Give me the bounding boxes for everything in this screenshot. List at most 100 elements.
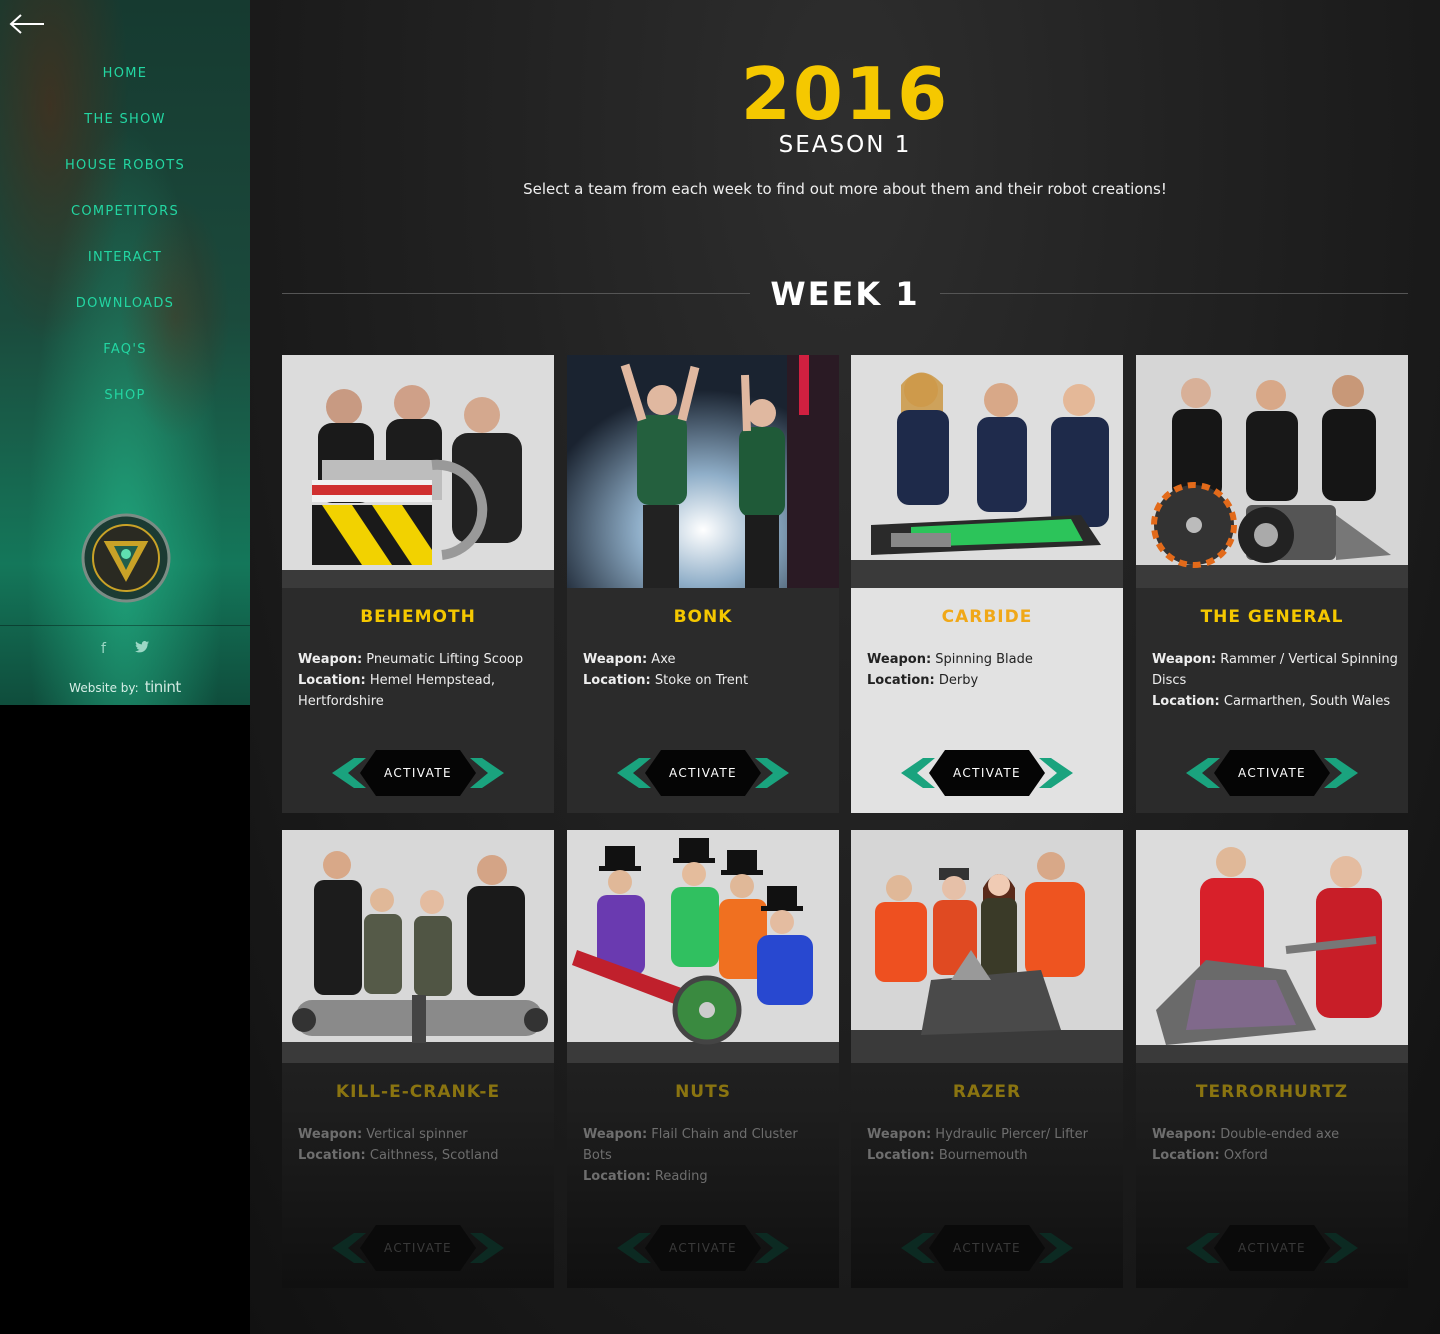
team-card-carbide[interactable]: CARBIDE Weapon: Spinning Blade Location:… — [851, 355, 1123, 813]
activate-label: ACTIVATE — [383, 766, 453, 780]
team-card-bonk[interactable]: BONK Weapon: Axe Location: Stoke on Tren… — [567, 355, 839, 813]
location-label: Location: — [867, 673, 935, 688]
week-title: WEEK 1 — [770, 275, 920, 313]
nav-item-downloads[interactable]: DOWNLOADS — [76, 293, 174, 311]
team-card-nuts[interactable]: NUTS Weapon: Flail Chain and Cluster Bot… — [567, 830, 839, 1288]
activate-button[interactable]: ACTIVATE — [617, 748, 789, 798]
season-year: 2016 — [740, 52, 950, 136]
activate-label: ACTIVATE — [952, 766, 1022, 780]
season-title: SEASON 1 — [778, 132, 912, 158]
team-photo — [1136, 355, 1408, 588]
location-label: Location: — [583, 673, 651, 688]
activate-button[interactable]: ACTIVATE — [617, 1223, 789, 1273]
weapon-label: Weapon: — [1152, 652, 1217, 667]
location-label: Location: — [867, 1148, 935, 1163]
team-location: Stoke on Trent — [654, 673, 749, 688]
weapon-label: Weapon: — [867, 652, 932, 667]
team-photo — [282, 355, 554, 588]
team-name: BEHEMOTH — [360, 607, 476, 627]
location-label: Location: — [583, 1169, 651, 1184]
team-info: Weapon: Vertical spinner Location: Caith… — [298, 1124, 544, 1166]
team-card-the-general[interactable]: THE GENERAL Weapon: Rammer / Vertical Sp… — [1136, 355, 1408, 813]
team-weapon: Double-ended axe — [1220, 1127, 1340, 1142]
activate-button[interactable]: ACTIVATE — [901, 748, 1073, 798]
main-nav: HOME THE SHOW HOUSE ROBOTS COMPETITORS I… — [0, 62, 250, 430]
credit-label: Website by: — [69, 681, 139, 695]
team-name: NUTS — [675, 1082, 731, 1102]
activate-button[interactable]: ACTIVATE — [901, 1223, 1073, 1273]
team-name: BONK — [673, 607, 733, 627]
team-weapon: Hydraulic Piercer/ Lifter — [935, 1127, 1088, 1142]
team-card-terrorhurtz[interactable]: TERRORHURTZ Weapon: Double-ended axe Loc… — [1136, 830, 1408, 1288]
team-location: Oxford — [1223, 1148, 1268, 1163]
sidebar: HOME THE SHOW HOUSE ROBOTS COMPETITORS I… — [0, 0, 250, 705]
team-weapon: Spinning Blade — [935, 652, 1033, 667]
team-name: RAZER — [952, 1082, 1022, 1102]
weapon-label: Weapon: — [298, 652, 363, 667]
weapon-label: Weapon: — [867, 1127, 932, 1142]
sidebar-divider — [0, 625, 250, 626]
credit-brand-link[interactable]: tinint — [145, 678, 182, 696]
team-weapon: Axe — [651, 652, 676, 667]
team-photo — [851, 830, 1123, 1063]
nav-item-interact[interactable]: INTERACT — [88, 247, 162, 265]
nav-item-house-robots[interactable]: HOUSE ROBOTS — [65, 155, 185, 173]
weapon-label: Weapon: — [583, 1127, 648, 1142]
activate-label: ACTIVATE — [1237, 766, 1307, 780]
activate-label: ACTIVATE — [668, 766, 738, 780]
activate-button[interactable]: ACTIVATE — [1186, 1223, 1358, 1273]
team-name: KILL-E-CRANK-E — [335, 1082, 501, 1102]
team-photo — [567, 355, 839, 588]
activate-label: ACTIVATE — [952, 1241, 1022, 1255]
team-info: Weapon: Double-ended axe Location: Oxfor… — [1152, 1124, 1398, 1166]
team-location: Carmarthen, South Wales — [1223, 694, 1391, 709]
nav-item-the-show[interactable]: THE SHOW — [84, 109, 166, 127]
location-label: Location: — [1152, 694, 1220, 709]
nav-item-home[interactable]: HOME — [103, 63, 148, 81]
team-name: TERRORHURTZ — [1195, 1082, 1349, 1102]
team-photo — [851, 355, 1123, 588]
team-location: Reading — [654, 1169, 708, 1184]
team-photo — [567, 830, 839, 1063]
activate-button[interactable]: ACTIVATE — [332, 748, 504, 798]
team-card-kill-e-crank-e[interactable]: KILL-E-CRANK-E Weapon: Vertical spinner … — [282, 830, 554, 1288]
team-card-behemoth[interactable]: BEHEMOTH Weapon: Pneumatic Lifting Scoop… — [282, 355, 554, 813]
team-location: Derby — [938, 673, 979, 688]
weapon-label: Weapon: — [1152, 1127, 1217, 1142]
team-card-razer[interactable]: RAZER Weapon: Hydraulic Piercer/ Lifter … — [851, 830, 1123, 1288]
location-label: Location: — [1152, 1148, 1220, 1163]
facebook-icon[interactable]: f — [101, 641, 106, 657]
social-links: f — [0, 638, 250, 657]
team-info: Weapon: Pneumatic Lifting Scoop Location… — [298, 649, 544, 712]
team-info: Weapon: Spinning Blade Location: Derby — [867, 649, 1113, 691]
activate-button[interactable]: ACTIVATE — [1186, 748, 1358, 798]
team-name: CARBIDE — [941, 607, 1033, 627]
activate-button[interactable]: ACTIVATE — [332, 1223, 504, 1273]
team-location: Bournemouth — [938, 1148, 1028, 1163]
nav-item-faqs[interactable]: FAQ'S — [103, 339, 147, 357]
weapon-label: Weapon: — [298, 1127, 363, 1142]
activate-label: ACTIVATE — [383, 1241, 453, 1255]
team-name: THE GENERAL — [1200, 607, 1344, 627]
weapon-label: Weapon: — [583, 652, 648, 667]
team-location: Caithness, Scotland — [369, 1148, 499, 1163]
site-credit: Website by: tinint — [0, 678, 250, 696]
nav-item-competitors[interactable]: COMPETITORS — [71, 201, 179, 219]
activate-label: ACTIVATE — [668, 1241, 738, 1255]
team-photo — [1136, 830, 1408, 1063]
location-label: Location: — [298, 673, 366, 688]
twitter-icon[interactable] — [135, 641, 150, 657]
team-info: Weapon: Rammer / Vertical Spinning Discs… — [1152, 649, 1398, 712]
back-arrow-icon[interactable] — [8, 12, 46, 36]
team-info: Weapon: Axe Location: Stoke on Trent — [583, 649, 829, 691]
intro-text: Select a team from each week to find out… — [523, 180, 1167, 198]
nav-item-shop[interactable]: SHOP — [104, 385, 145, 403]
robot-wars-logo[interactable] — [80, 512, 172, 604]
team-info: Weapon: Flail Chain and Cluster Bots Loc… — [583, 1124, 829, 1187]
main-content: 2016 SEASON 1 Select a team from each we… — [250, 0, 1440, 1334]
team-weapon: Vertical spinner — [366, 1127, 468, 1142]
team-photo — [282, 830, 554, 1063]
location-label: Location: — [298, 1148, 366, 1163]
activate-label: ACTIVATE — [1237, 1241, 1307, 1255]
team-info: Weapon: Hydraulic Piercer/ Lifter Locati… — [867, 1124, 1113, 1166]
